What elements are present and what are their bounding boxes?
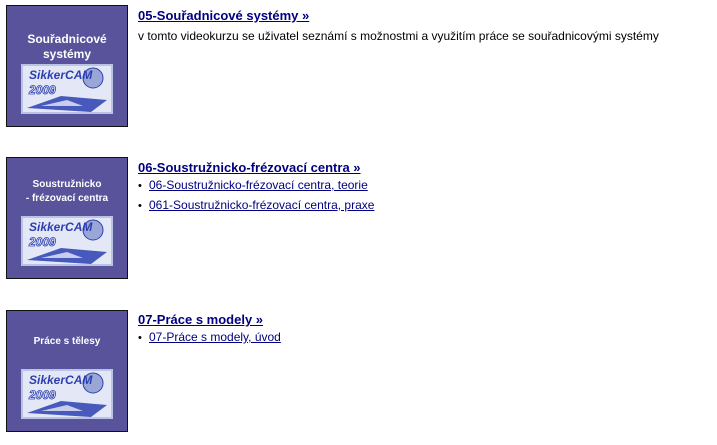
thumbnail-title-line: Práce s tělesy [33, 336, 101, 347]
list-item: • 06-Soustružnicko-frézovací centra, teor… [138, 177, 374, 197]
list-item: • 07-Práce s modely, úvod [138, 329, 281, 349]
bullet-icon: • [138, 332, 142, 344]
lesson-link[interactable]: 06-Soustružnicko-frézovací centra, teori… [149, 178, 368, 192]
sikkercam-logo-icon: SikkerCAM 2009 [21, 216, 113, 266]
lesson-list: • 06-Soustružnicko-frézovací centra, teor… [138, 177, 374, 217]
course-thumbnail[interactable]: Práce s tělesy SikkerCAM 2009 [6, 310, 128, 432]
course-title-link[interactable]: 05-Souřadnicové systémy » [138, 8, 309, 23]
logo-text: SikkerCAM [29, 220, 93, 234]
thumbnail-title: Soustružnicko - frézovací centra [7, 178, 127, 206]
list-item: • 061-Soustružnicko-frézovací centra, pra… [138, 197, 374, 217]
lesson-list: • 07-Práce s modely, úvod [138, 329, 281, 349]
logo-year: 2009 [28, 83, 56, 97]
sikkercam-logo-icon: SikkerCAM 2009 [21, 64, 113, 114]
logo-year: 2009 [28, 388, 56, 402]
thumbnail-title-line: - frézovací centra [25, 193, 109, 204]
thumbnail-title-line: Souřadnicové [27, 32, 107, 46]
course-title-link[interactable]: 06-Soustružnicko-frézovací centra » [138, 160, 361, 175]
lesson-link[interactable]: 07-Práce s modely, úvod [149, 330, 281, 344]
sikkercam-logo-icon: SikkerCAM 2009 [21, 369, 113, 419]
thumbnail-title: Souřadnicové systémy [7, 32, 127, 62]
thumbnail-title: Práce s tělesy [7, 334, 127, 349]
course-thumbnail[interactable]: Soustružnicko - frézovací centra SikkerC… [6, 157, 128, 279]
lesson-link[interactable]: 061-Soustružnicko-frézovací centra, prax… [149, 198, 374, 212]
course-description: v tomto videokurzu se uživatel seznámí s… [138, 29, 659, 43]
thumbnail-title-line: Soustružnicko [32, 179, 102, 190]
bullet-icon: • [138, 180, 142, 192]
bullet-icon: • [138, 200, 142, 212]
logo-year: 2009 [28, 235, 56, 249]
logo-text: SikkerCAM [29, 68, 93, 82]
logo-text: SikkerCAM [29, 373, 93, 387]
thumbnail-title-line: systémy [42, 47, 92, 61]
course-thumbnail[interactable]: Souřadnicové systémy SikkerCAM 2009 [6, 5, 128, 127]
course-title-link[interactable]: 07-Práce s modely » [138, 312, 263, 327]
